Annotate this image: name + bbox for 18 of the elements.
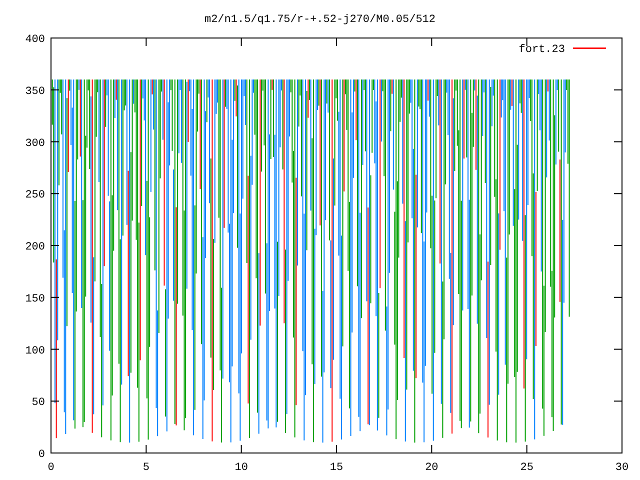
axis-tick-label: 15	[330, 462, 344, 474]
axis-tick-label: 300	[25, 138, 45, 150]
axis-tick-label: 350	[25, 86, 45, 98]
axis-tick-label: 10	[234, 462, 248, 474]
axis-tick-label: 100	[25, 345, 45, 358]
legend-label: fort.23	[518, 44, 565, 56]
axis-tick-label: 25	[520, 462, 534, 474]
axis-tick-label: 20	[425, 462, 438, 474]
axis-tick-label: 5	[142, 462, 150, 474]
axis-tick-label: 150	[25, 293, 45, 306]
axis-tick-label: 0	[48, 462, 54, 474]
axis-tick-label: 0	[38, 449, 45, 461]
axis-tick-label: 250	[25, 190, 45, 202]
chart-title: m2/n1.5/q1.75/r-+.52-j270/M0.05/512	[204, 14, 436, 26]
axis-tick-label: 50	[32, 397, 45, 410]
axis-tick-label: 200	[25, 242, 45, 254]
axis-tick-label: 30	[615, 462, 629, 474]
axis-tick-label: 400	[25, 34, 45, 46]
